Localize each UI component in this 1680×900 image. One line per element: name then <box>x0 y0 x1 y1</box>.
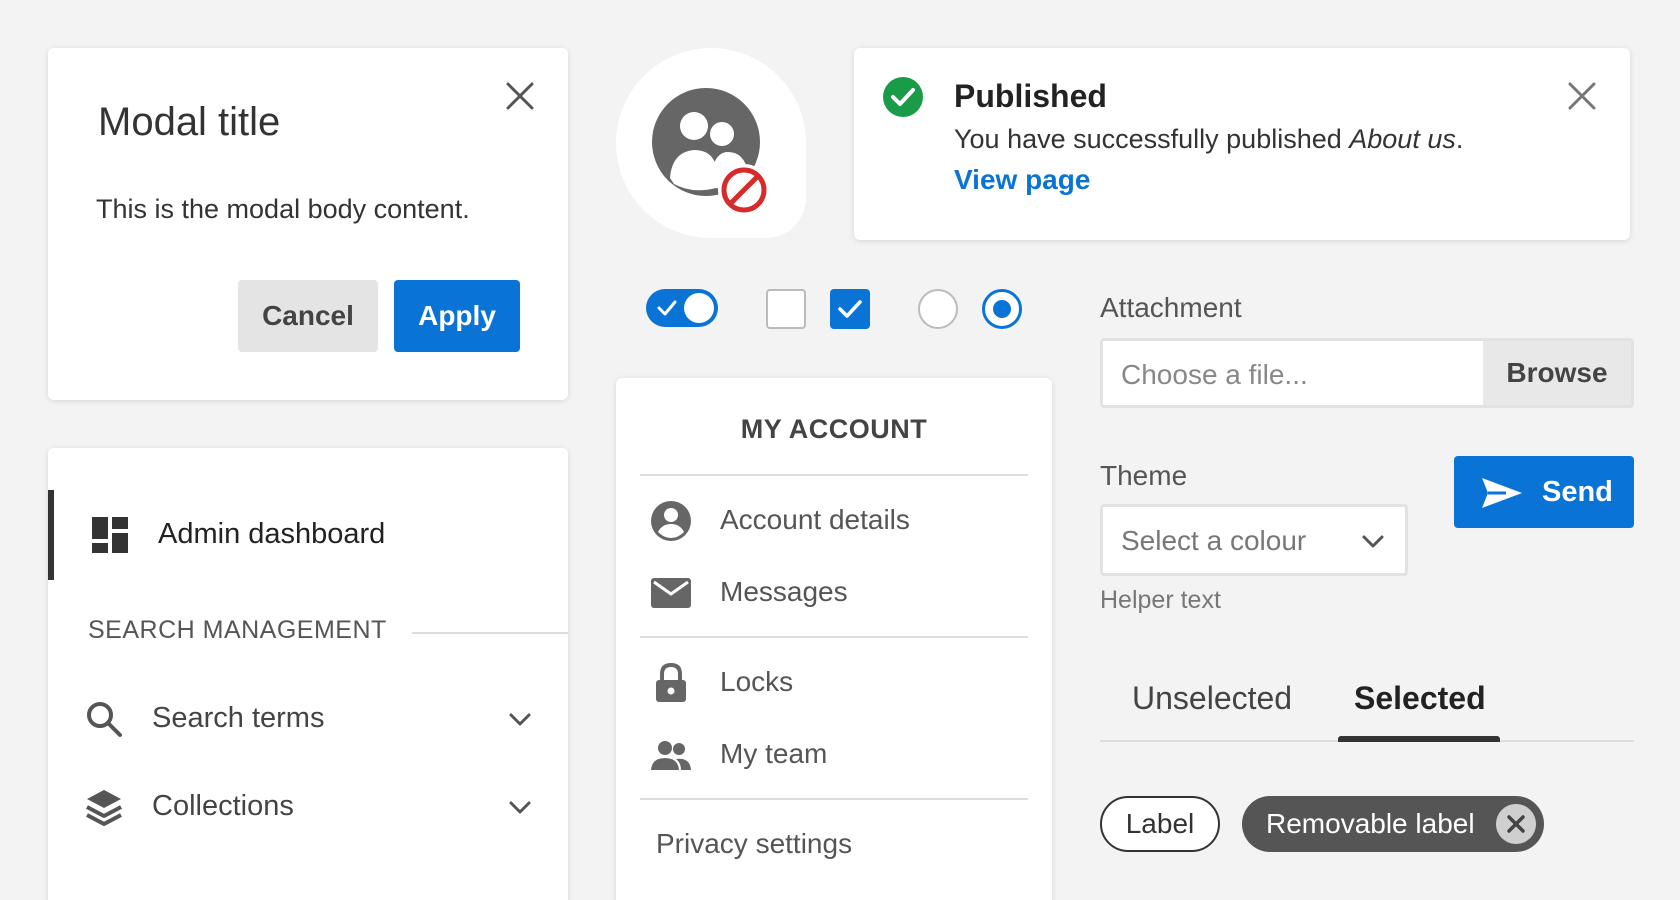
nav-item-label: Admin dashboard <box>158 518 386 550</box>
team-icon <box>651 741 691 770</box>
section-divider <box>412 632 568 634</box>
menu-item-label: Privacy settings <box>656 828 853 859</box>
tab-selected[interactable]: Selected <box>1354 680 1486 717</box>
menu-divider <box>640 798 1028 800</box>
check-icon <box>838 300 862 318</box>
toggle-switch[interactable] <box>646 289 718 327</box>
radio-selected[interactable] <box>982 289 1022 329</box>
modal-dialog: Modal title This is the modal body conte… <box>48 48 568 400</box>
account-circle-icon <box>651 501 691 541</box>
checkbox-unchecked[interactable] <box>766 289 806 329</box>
theme-label: Theme <box>1100 460 1188 491</box>
menu-divider <box>640 474 1028 476</box>
chevron-down-icon <box>509 713 531 726</box>
close-icon[interactable] <box>1564 78 1600 114</box>
nav-item-label: Collections <box>152 790 294 822</box>
select-placeholder: Select a colour <box>1121 525 1307 556</box>
nav-item-admin-dashboard[interactable]: Admin dashboard <box>48 490 568 580</box>
search-icon <box>87 702 122 737</box>
menu-item-label: My team <box>720 738 828 769</box>
file-placeholder: Choose a file... <box>1121 359 1308 390</box>
chevron-down-icon <box>509 801 531 814</box>
menu-item-privacy-settings[interactable]: Privacy settings <box>616 808 1052 880</box>
mail-icon <box>651 578 691 608</box>
send-button[interactable]: Send <box>1454 456 1634 528</box>
file-upload-field[interactable]: Choose a file... Browse <box>1100 338 1634 408</box>
layers-icon <box>86 790 122 826</box>
removable-label-text: Removable label <box>1266 808 1475 839</box>
cancel-button[interactable]: Cancel <box>238 280 378 352</box>
toast-title: Published <box>954 78 1107 114</box>
menu-item-my-team[interactable]: My team <box>616 718 1052 790</box>
modal-title: Modal title <box>98 100 281 144</box>
radio-unselected[interactable] <box>918 289 958 329</box>
nav-item-label: Search terms <box>152 702 325 734</box>
apply-button[interactable]: Apply <box>394 280 520 352</box>
check-icon <box>657 300 677 316</box>
removable-label-chip: Removable label <box>1242 796 1544 852</box>
menu-item-label: Locks <box>720 666 794 697</box>
toast-page-name: About us <box>1349 124 1456 154</box>
view-page-link[interactable]: View page <box>954 164 1090 196</box>
helper-text: Helper text <box>1100 586 1221 614</box>
menu-item-account-details[interactable]: Account details <box>616 484 1052 556</box>
toggle-knob <box>684 293 714 323</box>
nav-section-heading: SEARCH MANAGEMENT <box>88 616 387 644</box>
menu-header: MY ACCOUNT <box>740 414 928 444</box>
menu-divider <box>640 636 1028 638</box>
chevron-down-icon <box>1362 535 1384 548</box>
nav-item-collections[interactable]: Collections <box>48 762 568 852</box>
toast-message: You have successfully published About us… <box>954 124 1464 154</box>
menu-item-label: Account details <box>720 504 910 535</box>
account-menu: MY ACCOUNT Account details Messages Lock… <box>616 378 1052 900</box>
tab-active-indicator <box>1338 736 1500 742</box>
tab-unselected[interactable]: Unselected <box>1132 680 1292 717</box>
close-icon[interactable] <box>502 78 538 114</box>
menu-item-messages[interactable]: Messages <box>616 556 1052 628</box>
attachment-label: Attachment <box>1100 292 1242 323</box>
label-chip: Label <box>1100 796 1220 852</box>
menu-item-label: Messages <box>720 576 848 607</box>
dashboard-icon <box>92 517 128 553</box>
colour-select[interactable]: Select a colour <box>1100 504 1408 576</box>
checkbox-checked[interactable] <box>830 289 870 329</box>
send-label: Send <box>1542 476 1613 508</box>
menu-item-locks[interactable]: Locks <box>616 646 1052 718</box>
check-circle-icon <box>883 77 923 117</box>
lock-icon <box>656 662 686 702</box>
avatar <box>616 48 806 238</box>
side-navigation: Admin dashboard SEARCH MANAGEMENT Search… <box>48 448 568 900</box>
users-blocked-icon <box>652 88 770 216</box>
remove-icon[interactable] <box>1496 804 1536 844</box>
browse-button[interactable]: Browse <box>1483 341 1631 405</box>
nav-item-search-terms[interactable]: Search terms <box>48 674 568 764</box>
modal-body: This is the modal body content. <box>96 194 470 224</box>
send-icon <box>1482 478 1522 508</box>
toast-notification: Published You have successfully publishe… <box>854 48 1630 240</box>
